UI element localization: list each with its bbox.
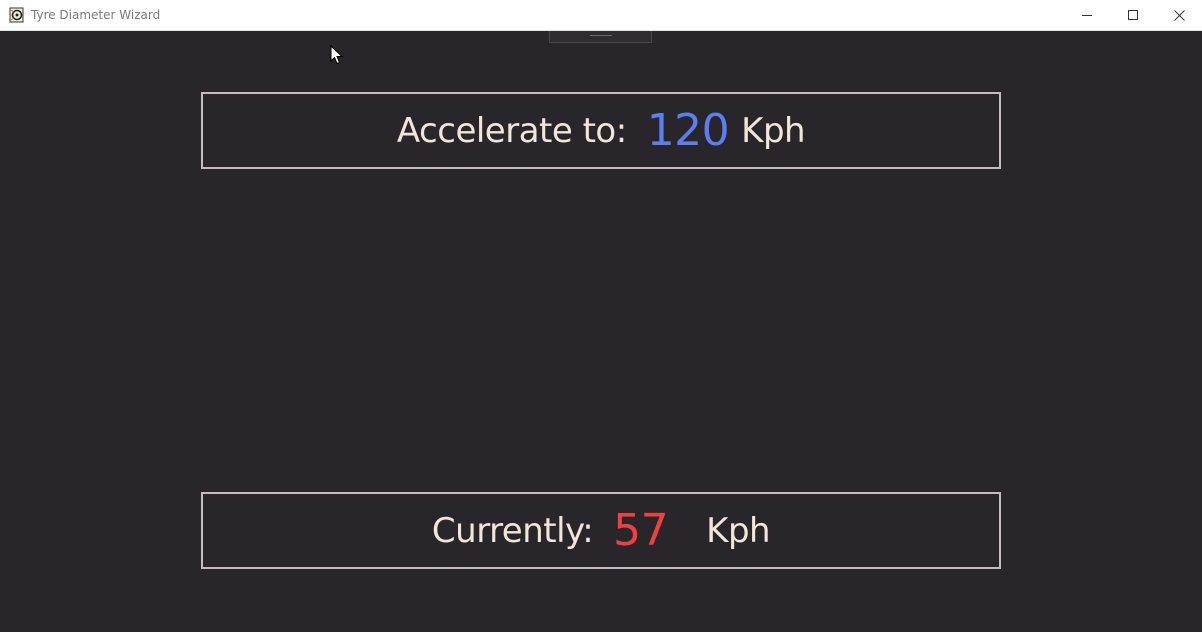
pull-down-handle[interactable] xyxy=(549,31,652,43)
app-icon xyxy=(9,7,25,23)
grip-icon xyxy=(590,35,612,36)
maximize-icon xyxy=(1128,10,1138,20)
maximize-button[interactable] xyxy=(1110,0,1156,30)
window-title: Tyre Diameter Wizard xyxy=(31,8,161,22)
target-speed-unit: Kph xyxy=(741,110,806,151)
current-speed-panel: Currently: 57 Kph xyxy=(201,492,1001,569)
current-speed-label: Currently: xyxy=(431,510,594,551)
target-speed-value: 120 xyxy=(646,105,730,156)
mouse-cursor-icon xyxy=(330,45,344,65)
close-icon xyxy=(1173,9,1185,21)
title-bar[interactable]: Tyre Diameter Wizard xyxy=(0,0,1202,31)
current-speed-value: 57 xyxy=(613,505,669,556)
close-button[interactable] xyxy=(1156,0,1202,30)
target-speed-label: Accelerate to: xyxy=(396,110,627,151)
minimize-button[interactable] xyxy=(1064,0,1110,30)
app-window: Tyre Diameter Wizard Accelerate to: 120 … xyxy=(0,0,1202,632)
current-speed-unit: Kph xyxy=(706,510,771,551)
target-speed-panel: Accelerate to: 120 Kph xyxy=(201,92,1001,169)
minimize-icon xyxy=(1082,15,1092,16)
